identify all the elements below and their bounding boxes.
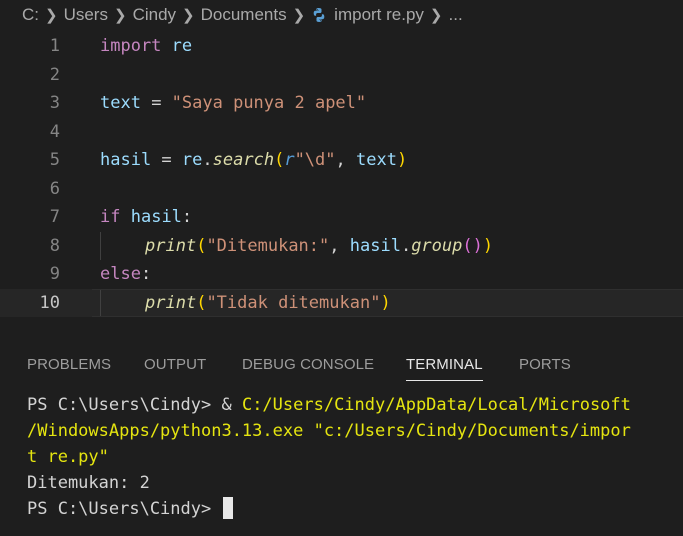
code-line[interactable]: 8 print("Ditemukan:", hasil.group()) (0, 231, 683, 260)
operator-token: , (329, 235, 350, 256)
operator-token: , (335, 150, 356, 170)
identifier-token: re (171, 36, 193, 56)
terminal-cursor[interactable] (223, 497, 234, 519)
string-token: "Ditemukan:" (206, 235, 330, 256)
terminal-call-operator: & (221, 395, 242, 415)
terminal-program-output: Ditemukan: 2 (27, 473, 150, 493)
operator-token: = (140, 93, 172, 113)
identifier-token: hasil (130, 207, 182, 227)
terminal-exe-path: C:/Users/Cindy/AppData/Local/Microsoft (241, 395, 631, 415)
identifier-token: text (100, 93, 141, 113)
function-token: search (212, 150, 275, 170)
keyword-token: else (100, 264, 141, 284)
terminal-prompt: PS C:\Users\Cindy> (27, 499, 222, 519)
breadcrumb-file[interactable]: import re.py (334, 5, 424, 25)
line-number: 10 (39, 292, 60, 313)
terminal-output[interactable]: PS C:\Users\Cindy> & C:/Users/Cindy/AppD… (27, 392, 677, 522)
indent-guide (100, 288, 101, 317)
terminal-arg: "c:/Users/Cindy/Documents/impor (303, 421, 631, 441)
function-token: group (411, 235, 463, 256)
operator-token: : (181, 207, 193, 227)
identifier-token: re (181, 150, 203, 170)
code-line[interactable]: 2 (0, 61, 683, 89)
breadcrumb-documents[interactable]: Documents (201, 5, 287, 25)
line-number: 1 (49, 36, 60, 56)
keyword-token: if (100, 207, 121, 227)
line-number: 4 (49, 121, 60, 142)
terminal-line: PS C:\Users\Cindy> & C:/Users/Cindy/AppD… (27, 392, 677, 418)
string-token: "Tidak ditemukan" (206, 292, 381, 313)
string-token: "Saya punya 2 apel" (171, 93, 367, 113)
paren-token: ) (482, 235, 494, 256)
code-editor[interactable]: 1 import re 2 3 text = "Saya punya 2 ape… (0, 32, 683, 322)
function-token: print (145, 235, 197, 256)
terminal-prompt: PS C:\Users\Cindy> (27, 395, 222, 415)
line-number: 9 (49, 264, 60, 284)
paren-token: ( (274, 150, 285, 170)
chevron-right-icon: ❯ (429, 7, 443, 24)
line-number: 7 (49, 207, 60, 227)
chevron-right-icon: ❯ (292, 7, 306, 24)
chevron-right-icon: ❯ (45, 7, 58, 24)
operator-token: = (151, 150, 182, 170)
string-token: "\d" (294, 150, 336, 170)
line-number: 6 (49, 178, 60, 199)
identifier-token: text (356, 150, 397, 170)
code-line[interactable]: 5 hasil = re.search(r"\d", text) (0, 146, 683, 174)
identifier-token: hasil (349, 235, 401, 256)
paren-token: ( (196, 292, 207, 313)
code-line[interactable]: 9 else: (0, 260, 683, 288)
chevron-right-icon: ❯ (113, 7, 127, 24)
paren-token: ( (196, 235, 207, 256)
paren-token: () (462, 235, 483, 256)
breadcrumb-drive[interactable]: C: (22, 5, 39, 25)
python-file-icon (313, 8, 325, 22)
keyword-token: import (100, 36, 162, 56)
line-number: 8 (49, 235, 60, 256)
line-number: 3 (49, 93, 60, 113)
operator-token: : (140, 264, 152, 284)
operator-token: . (202, 150, 213, 170)
terminal-line: Ditemukan: 2 (27, 470, 677, 496)
terminal-line: t re.py" (27, 444, 677, 470)
code-line[interactable]: 6 (0, 175, 683, 203)
function-token: print (145, 292, 197, 313)
terminal-exe-path: /WindowsApps/python3.13.exe (27, 421, 304, 441)
chevron-right-icon: ❯ (182, 7, 195, 24)
terminal-arg: t re.py" (27, 447, 109, 467)
panel-tab-bar: PROBLEMS OUTPUT DEBUG CONSOLE TERMINAL P… (0, 346, 683, 386)
identifier-token: hasil (100, 150, 152, 170)
code-line[interactable]: 1 import re (0, 32, 683, 60)
breadcrumb: C: ❯ Users ❯ Cindy ❯ Documents ❯ import … (0, 0, 683, 30)
operator-token: . (400, 235, 412, 256)
terminal-line: PS C:\Users\Cindy> (27, 496, 677, 522)
tab-problems[interactable]: PROBLEMS (27, 356, 111, 380)
tab-terminal[interactable]: TERMINAL (406, 356, 483, 381)
code-line[interactable]: 4 (0, 118, 683, 146)
terminal-line: /WindowsApps/python3.13.exe "c:/Users/Ci… (27, 418, 677, 444)
string-prefix-token: r (284, 150, 295, 170)
code-line[interactable]: 3 text = "Saya punya 2 apel" (0, 89, 683, 117)
indent-guide (100, 231, 101, 260)
breadcrumb-cindy[interactable]: Cindy (133, 5, 176, 25)
code-line[interactable]: 7 if hasil: (0, 203, 683, 231)
tab-debug-console[interactable]: DEBUG CONSOLE (242, 356, 374, 380)
line-number: 2 (49, 64, 60, 85)
code-line-current[interactable]: 10 print("Tidak ditemukan") (0, 288, 683, 317)
line-number: 5 (49, 150, 60, 170)
paren-token: ) (396, 150, 408, 170)
breadcrumb-symbols[interactable]: ... (449, 5, 463, 25)
paren-token: ) (380, 292, 391, 313)
breadcrumb-users[interactable]: Users (64, 5, 108, 25)
tab-output[interactable]: OUTPUT (144, 356, 206, 380)
tab-ports[interactable]: PORTS (519, 356, 571, 380)
